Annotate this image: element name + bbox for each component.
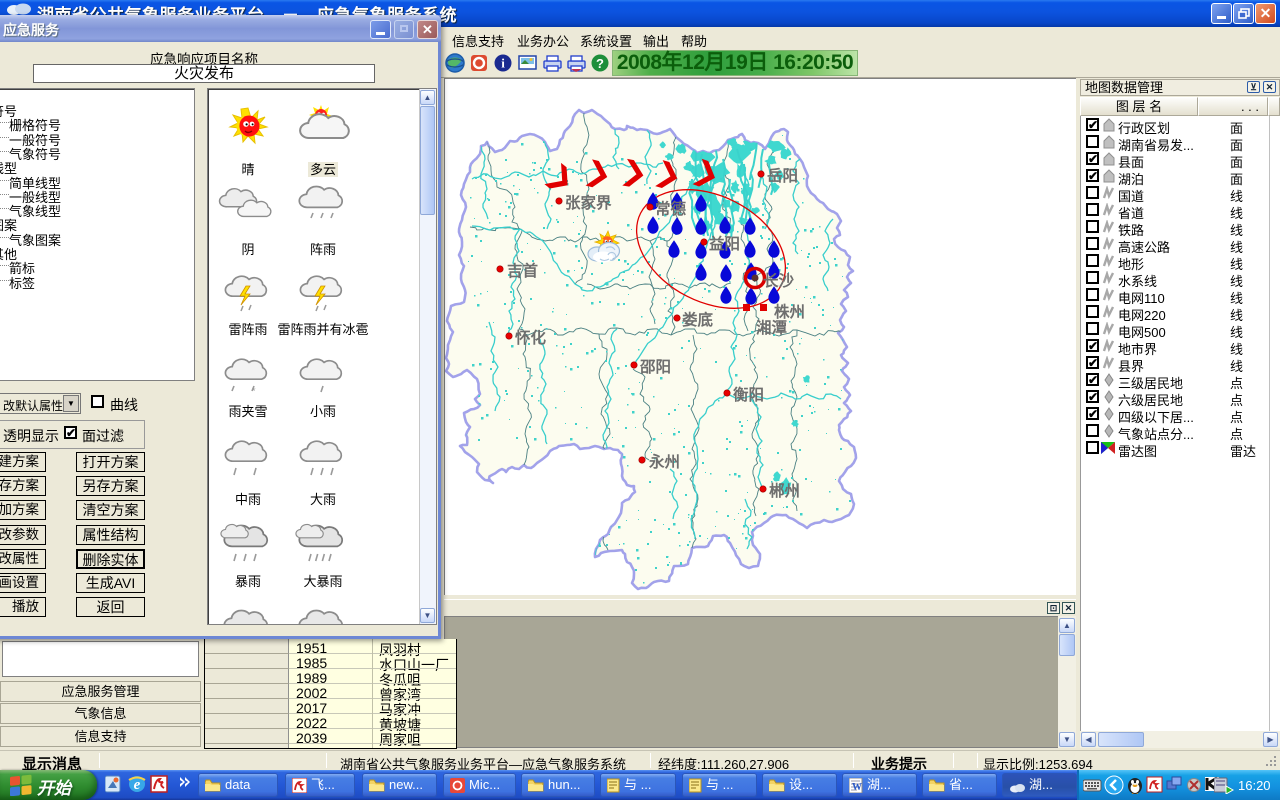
svg-text:?: ? — [596, 56, 604, 71]
svg-text:永州: 永州 — [648, 452, 680, 471]
svg-text:W: W — [852, 782, 862, 793]
svg-text:怀化: 怀化 — [515, 328, 547, 347]
svg-text:吉首: 吉首 — [507, 261, 539, 280]
svg-text:常德: 常德 — [655, 199, 687, 218]
svg-text:张家界: 张家界 — [565, 193, 612, 212]
svg-text:邵阳: 邵阳 — [639, 358, 671, 376]
svg-text:娄底: 娄底 — [682, 310, 714, 329]
svg-text:郴州: 郴州 — [769, 481, 800, 500]
svg-text:益阳: 益阳 — [709, 234, 740, 253]
svg-text:衡阳: 衡阳 — [733, 385, 764, 404]
svg-text:长沙: 长沙 — [763, 271, 795, 290]
svg-text:i: i — [501, 56, 505, 71]
svg-text:*: * — [252, 386, 256, 396]
svg-text:株州: 株州 — [774, 302, 805, 321]
svg-text:e: e — [134, 777, 141, 793]
svg-text:湘潭: 湘潭 — [756, 318, 788, 337]
svg-text:岳阳: 岳阳 — [767, 166, 798, 185]
